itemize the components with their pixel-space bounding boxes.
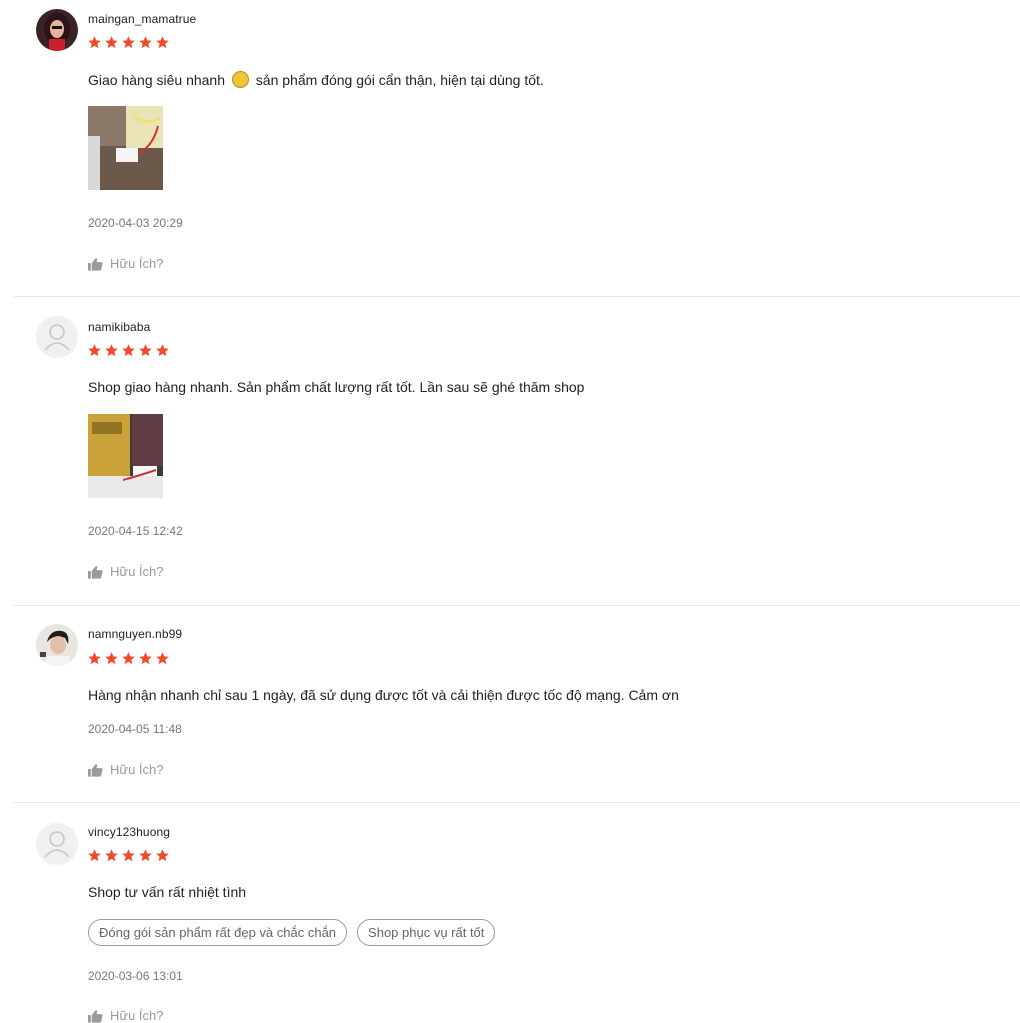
review-item: namikibaba Shop giao hàng nhanh. Sản phẩ…	[0, 297, 1020, 606]
helpful-button[interactable]: Hữu Ích?	[88, 256, 164, 271]
star-icon	[122, 849, 135, 862]
star-icon	[88, 652, 101, 665]
review-time: 2020-04-15 12:42	[88, 524, 183, 538]
star-icon	[122, 36, 135, 49]
comment-text: Giao hàng siêu nhanh	[88, 72, 225, 88]
review-photo[interactable]	[88, 106, 163, 190]
star-icon	[105, 36, 118, 49]
review-tag[interactable]: Đóng gói sản phẩm rất đẹp và chắc chắn	[88, 919, 348, 946]
review-list: maingan_mamatrue Giao hàng siêu nhanh sả…	[0, 0, 1020, 1023]
review-time: 2020-04-03 20:29	[88, 216, 183, 230]
comment-text: sản phẩm đóng gói cẩn thận, hiện tại dùn…	[255, 72, 544, 88]
helpful-label: Hữu Ích?	[110, 762, 164, 777]
thumbs-up-icon	[88, 565, 103, 579]
star-icon	[156, 849, 169, 862]
star-icon	[156, 36, 169, 49]
review-comment: Hàng nhận nhanh chỉ sau 1 ngày, đã sử dụ…	[88, 687, 679, 703]
username[interactable]: vincy123huong	[88, 825, 170, 839]
star-icon	[156, 652, 169, 665]
star-icon	[88, 36, 101, 49]
star-icon	[139, 36, 152, 49]
star-icon	[105, 849, 118, 862]
review-time: 2020-04-05 11:48	[88, 722, 182, 736]
user-icon	[36, 823, 78, 865]
star-icon	[139, 344, 152, 357]
review-photo[interactable]	[88, 414, 163, 498]
review-tags: Đóng gói sản phẩm rất đẹp và chắc chắn S…	[88, 919, 496, 946]
star-icon	[139, 849, 152, 862]
rating-stars	[87, 35, 170, 50]
thumbs-up-icon	[88, 257, 103, 271]
review-tag[interactable]: Shop phục vụ rất tốt	[357, 919, 496, 946]
rating-stars	[87, 651, 170, 666]
helpful-label: Hữu Ích?	[110, 564, 164, 579]
helpful-label: Hữu Ích?	[110, 1008, 164, 1023]
star-icon	[122, 652, 135, 665]
avatar[interactable]	[36, 624, 78, 666]
thumbs-up-icon	[88, 763, 103, 777]
helpful-button[interactable]: Hữu Ích?	[88, 762, 164, 777]
star-icon	[88, 344, 101, 357]
helpful-button[interactable]: Hữu Ích?	[88, 564, 164, 579]
thumbs-up-icon	[88, 1009, 103, 1023]
review-comment: Shop giao hàng nhanh. Sản phẩm chất lượn…	[88, 379, 585, 395]
helpful-button[interactable]: Hữu Ích?	[88, 1008, 164, 1023]
username[interactable]: namikibaba	[88, 320, 150, 334]
user-icon	[36, 316, 78, 358]
star-icon	[122, 344, 135, 357]
avatar[interactable]	[36, 823, 78, 865]
rating-stars	[87, 343, 170, 358]
star-icon	[139, 652, 152, 665]
star-icon	[156, 344, 169, 357]
avatar[interactable]	[36, 316, 78, 358]
star-icon	[105, 344, 118, 357]
username[interactable]: maingan_mamatrue	[88, 12, 196, 26]
review-comment: Giao hàng siêu nhanh sản phẩm đóng gói c…	[88, 71, 544, 88]
review-time: 2020-03-06 13:01	[88, 969, 183, 983]
review-item: namnguyen.nb99 Hàng nhận nhanh chỉ sau 1…	[0, 605, 1020, 803]
review-item: vincy123huong Shop tư vấn rất nhiệt tình…	[0, 802, 1020, 1023]
star-icon	[88, 849, 101, 862]
helpful-label: Hữu Ích?	[110, 256, 164, 271]
rating-stars	[87, 848, 170, 863]
review-item: maingan_mamatrue Giao hàng siêu nhanh sả…	[0, 0, 1020, 297]
smile-emoji-icon	[231, 71, 249, 88]
review-comment: Shop tư vấn rất nhiệt tình	[88, 884, 247, 900]
star-icon	[105, 652, 118, 665]
avatar[interactable]	[36, 9, 78, 51]
username[interactable]: namnguyen.nb99	[88, 627, 182, 641]
